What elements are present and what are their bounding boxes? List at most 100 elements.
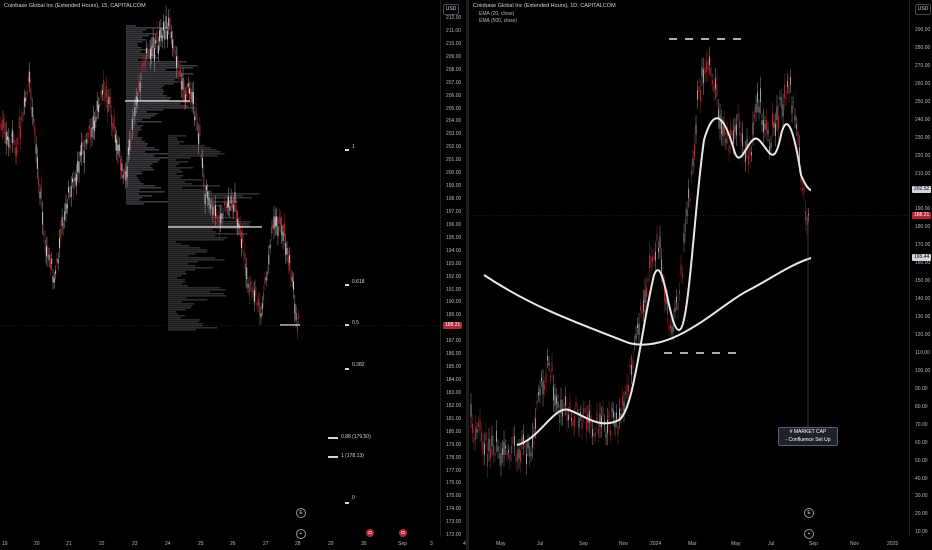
candle-body (293, 281, 294, 290)
volume-profile-bar (168, 283, 183, 285)
candle-body (216, 215, 218, 219)
left_chart-y-tick: 202.00 (446, 144, 462, 151)
candle-body (161, 35, 163, 42)
candle-body (212, 206, 214, 215)
candle-body (287, 256, 289, 266)
volume-profile-bar (168, 135, 187, 137)
candle-body (261, 303, 263, 310)
right-currency-button[interactable]: USD (915, 4, 931, 15)
left-chart-pane[interactable]: Coinbase Global Inc (Extended Hours), 15… (0, 0, 466, 550)
candle-body (8, 137, 10, 148)
candle-body (51, 258, 53, 264)
volume-profile-bar (168, 293, 224, 295)
candle-body (224, 201, 226, 206)
candle-body (761, 120, 763, 126)
earnings-icon[interactable]: E (296, 508, 306, 518)
candle-body (512, 436, 514, 445)
candle-body (78, 161, 80, 174)
candle-body (192, 92, 194, 105)
candle-body (676, 296, 677, 303)
candle-body (479, 419, 481, 431)
candle-body (793, 100, 794, 104)
candle-body (689, 198, 691, 202)
right-chart-pane[interactable]: Coinbase Global Inc (Extended Hours), 1D… (469, 0, 932, 550)
candle-body (578, 418, 580, 428)
candle-body (778, 116, 779, 129)
fib-label-05: 0.5 (352, 320, 359, 326)
right_chart-x-tick: 2025 (887, 541, 899, 547)
right_chart-y-tick: 150.00 (915, 278, 931, 285)
volume-profile-bar (168, 137, 177, 139)
candle-body (796, 124, 797, 129)
candle-body (797, 131, 799, 145)
market-cap-callout[interactable]: # MARKET CAP - Confluence Set Up (778, 427, 838, 446)
candle-body (85, 139, 86, 143)
candle-body (691, 170, 692, 176)
volume-profile-bar (126, 45, 138, 47)
candle-body (251, 286, 253, 293)
volume-profile-bar (168, 323, 204, 325)
left-price-chart[interactable] (0, 0, 466, 550)
split-event-icon[interactable]: ◘ (399, 529, 407, 537)
candle-body (43, 230, 45, 237)
volume-profile-bar (168, 145, 206, 147)
fib-marker-1-ext (328, 456, 338, 458)
right_chart-y-tick: 220.00 (915, 152, 931, 159)
left_chart-y-tick: 209.00 (446, 53, 462, 60)
dividend-event-icon[interactable]: ◘ (366, 529, 374, 537)
candle-body (772, 113, 773, 127)
right_chart-y-tick: 30.00 (915, 493, 928, 500)
right-add-event-icon[interactable]: + (804, 529, 814, 539)
volume-profile-bar (126, 49, 148, 51)
candle-body (766, 119, 767, 131)
candle-body (775, 123, 776, 136)
candle-body (280, 218, 281, 226)
candle-body (260, 312, 262, 318)
left-currency-button[interactable]: USD (443, 4, 459, 15)
candle-body (16, 146, 18, 157)
volume-profile-bar (126, 39, 147, 41)
left-price-axis[interactable] (440, 0, 441, 537)
candle-body (168, 17, 170, 27)
volume-profile-bar (126, 69, 166, 71)
volume-profile-bar (168, 157, 192, 159)
add-event-icon[interactable]: + (296, 529, 306, 539)
ema500-legend[interactable]: EMA (500, close) (479, 18, 517, 24)
volume-profile-bar (168, 273, 187, 275)
volume-profile-bar (126, 125, 143, 127)
candle-body (659, 236, 661, 249)
candle-body (44, 240, 46, 253)
candle-body (725, 139, 727, 144)
right-earnings-icon[interactable]: E (804, 508, 814, 518)
candle-body (87, 132, 89, 138)
callout-line-2: - Confluence Set Up (785, 437, 831, 443)
volume-profile-bar (126, 179, 140, 181)
ema20-legend[interactable]: EMA (20, close) (479, 11, 514, 17)
candle-body (569, 402, 571, 410)
right_chart-y-tick: 120.00 (915, 331, 931, 338)
candle-body (172, 39, 174, 49)
right_chart-x-tick: Jul (537, 541, 544, 547)
candle-body (26, 90, 28, 94)
candle-body (291, 277, 293, 282)
candle-body (73, 178, 75, 190)
candle-body (541, 377, 542, 381)
volume-profile-bar (126, 193, 139, 195)
candle-body (226, 202, 228, 209)
candle-body (674, 307, 676, 312)
candle-body (710, 67, 712, 78)
candle-body (721, 121, 722, 134)
right-price-chart[interactable] (469, 0, 932, 550)
right_chart-y-tick: 60.00 (915, 439, 928, 446)
candle-body (559, 414, 560, 423)
volume-profile-bar (126, 177, 138, 179)
right-price-axis[interactable] (909, 0, 910, 537)
candle-body (658, 248, 659, 253)
candle-body (758, 106, 760, 113)
candle-body (685, 219, 686, 233)
candle-body (646, 286, 647, 298)
candle-body (95, 116, 97, 122)
right-chart-title: Coinbase Global Inc (Extended Hours), 1D… (473, 3, 616, 9)
candle-body (157, 45, 159, 54)
volume-profile-bar (126, 85, 165, 87)
